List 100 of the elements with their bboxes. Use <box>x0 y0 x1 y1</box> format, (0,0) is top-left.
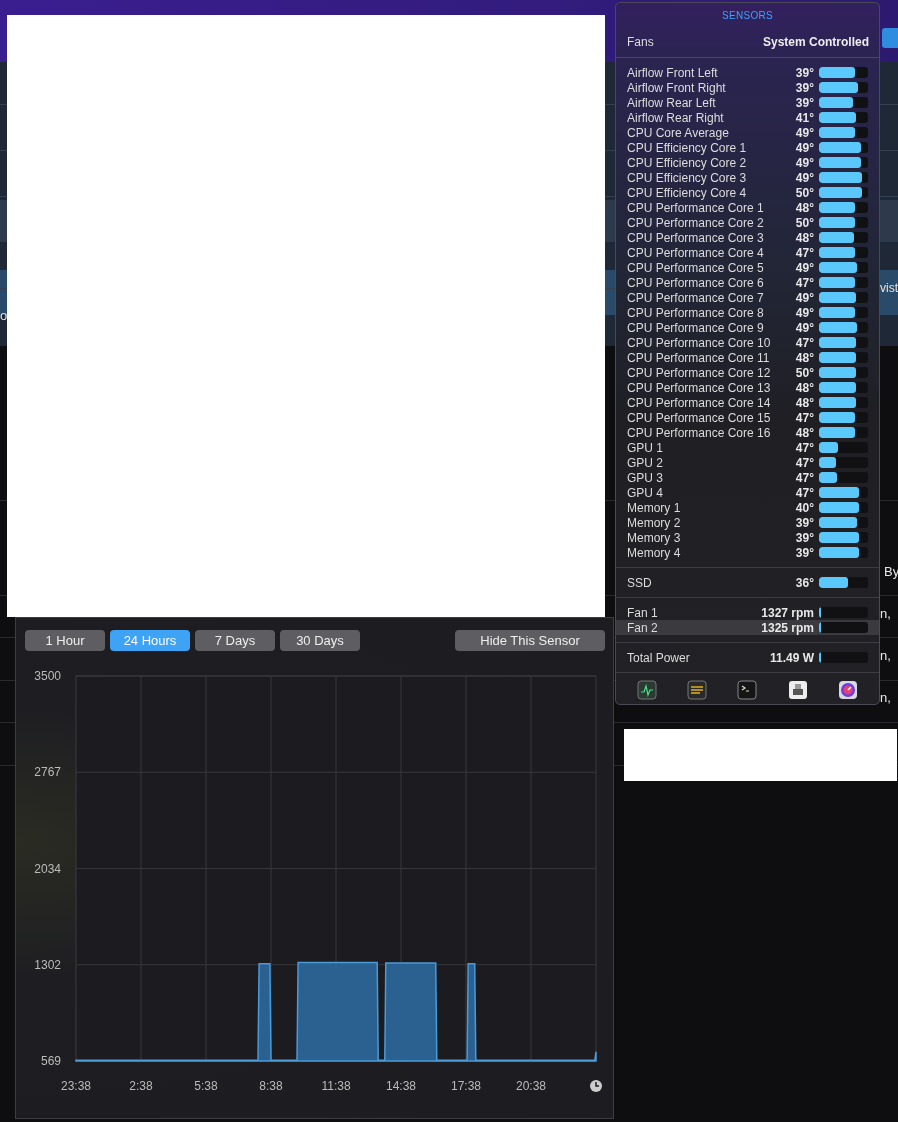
sensor-name: CPU Performance Core 8 <box>627 305 765 320</box>
sensor-name: CPU Efficiency Core 3 <box>627 170 748 185</box>
sensor-name: CPU Efficiency Core 2 <box>627 155 748 170</box>
sensor-value: 1325 rpm <box>761 620 814 635</box>
clock-icon[interactable] <box>590 1080 602 1092</box>
sensor-value: 47° <box>795 245 814 260</box>
y-tick-label: 1302 <box>34 957 61 972</box>
sensor-value: 1327 rpm <box>761 605 814 620</box>
fan-mode: System Controlled <box>762 35 869 49</box>
sensor-name: CPU Performance Core 3 <box>627 230 765 245</box>
x-tick-label: 11:38 <box>321 1079 351 1093</box>
sensor-value: 39° <box>795 80 814 95</box>
range-tab[interactable]: 30 Days <box>280 630 360 651</box>
sensor-value: 39° <box>795 515 814 530</box>
sensor-name: CPU Performance Core 13 <box>627 380 772 395</box>
sensor-value: 47° <box>795 485 814 500</box>
sensor-value: 47° <box>795 275 814 290</box>
sensor-value: 49° <box>795 305 814 320</box>
x-tick-label: 23:38 <box>61 1079 91 1093</box>
sensor-name: CPU Performance Core 16 <box>627 425 772 440</box>
sensor-name: Memory 3 <box>627 530 682 545</box>
sensor-name: CPU Performance Core 1 <box>627 200 765 215</box>
sensor-value: 47° <box>795 470 814 485</box>
x-tick-label: 14:38 <box>386 1079 416 1093</box>
sensor-name: CPU Performance Core 7 <box>627 290 765 305</box>
sensor-value: 48° <box>795 425 814 440</box>
sensor-name: Total Power <box>627 650 691 665</box>
sensor-value: 39° <box>795 95 814 110</box>
sensor-value: 48° <box>795 350 814 365</box>
sensor-name: CPU Core Average <box>627 125 730 140</box>
sensor-value: 39° <box>795 530 814 545</box>
fan-row[interactable]: Fan 1 1327 rpm <box>616 605 879 620</box>
log-icon[interactable] <box>687 680 708 700</box>
sensor-name: CPU Performance Core 11 <box>627 350 771 365</box>
sensor-value: 49° <box>795 140 814 155</box>
x-tick-label: 20:38 <box>516 1079 546 1093</box>
printer-icon[interactable] <box>787 680 808 700</box>
sensor-value: 11.49 W <box>769 650 814 665</box>
sensor-name: CPU Performance Core 2 <box>627 215 765 230</box>
sensor-name: Airflow Rear Left <box>627 95 717 110</box>
sensor-name: CPU Performance Core 10 <box>627 335 772 350</box>
panel-title: SENSORS <box>722 9 773 21</box>
sensor-value: 48° <box>795 395 814 410</box>
sensor-name: Airflow Front Left <box>627 65 719 80</box>
sensor-name: GPU 1 <box>627 440 664 455</box>
x-tick-label: 2:38 <box>129 1079 153 1093</box>
range-tab[interactable]: 7 Days <box>195 630 275 651</box>
gauge-icon[interactable] <box>837 680 858 700</box>
sensor-name: Fan 1 <box>627 605 659 620</box>
sensor-value: 49° <box>795 170 814 185</box>
sensor-value: 49° <box>795 155 814 170</box>
sensor-value: 49° <box>795 260 814 275</box>
y-tick-label: 569 <box>40 1054 61 1068</box>
hide-sensor-button[interactable]: Hide This Sensor <box>455 630 605 651</box>
terminal-icon[interactable] <box>737 680 758 700</box>
sensor-name: GPU 2 <box>627 455 664 470</box>
sensor-name: CPU Performance Core 15 <box>627 410 772 425</box>
sensor-value: 49° <box>795 320 814 335</box>
sensor-value: 50° <box>795 215 814 230</box>
sensor-value: 40° <box>795 500 814 515</box>
sensor-value: 48° <box>795 230 814 245</box>
sensor-value: 39° <box>795 65 814 80</box>
sensor-value: 49° <box>795 125 814 140</box>
sensor-name: CPU Performance Core 4 <box>627 245 765 260</box>
y-tick-label: 3500 <box>34 669 61 683</box>
sensor-name: CPU Performance Core 5 <box>627 260 765 275</box>
y-tick-label: 2767 <box>34 765 61 780</box>
sensor-value: 49° <box>795 290 814 305</box>
sensor-value: 48° <box>795 380 814 395</box>
fans-label: Fans <box>627 35 654 49</box>
sensor-name: CPU Efficiency Core 4 <box>627 185 748 200</box>
fan-row[interactable]: Fan 2 1325 rpm <box>616 620 879 635</box>
sensor-name: SSD <box>627 575 653 590</box>
sensor-name: GPU 4 <box>627 485 664 500</box>
x-tick-label: 17:38 <box>451 1079 481 1093</box>
sensor-value: 48° <box>795 200 814 215</box>
sensor-name: CPU Performance Core 9 <box>627 320 765 335</box>
partial-text: n, <box>880 606 891 621</box>
sensor-name: CPU Performance Core 12 <box>627 365 772 380</box>
sensor-name: CPU Performance Core 14 <box>627 395 772 410</box>
x-tick-label: 5:38 <box>194 1079 218 1093</box>
sensor-name: Airflow Rear Right <box>627 110 725 125</box>
sensor-value: 47° <box>795 335 814 350</box>
sensor-name: CPU Efficiency Core 1 <box>627 140 748 155</box>
sensor-name: CPU Performance Core 6 <box>627 275 765 290</box>
sensor-value: 50° <box>795 365 814 380</box>
sensor-value: 39° <box>795 545 814 560</box>
sensor-value: 50° <box>795 185 814 200</box>
sensor-value: 36° <box>795 575 814 590</box>
sensor-name: Memory 2 <box>627 515 682 530</box>
partial-text: o <box>0 308 8 323</box>
sensor-name: Memory 4 <box>627 545 682 560</box>
partial-text: vist <box>880 281 898 295</box>
partial-text: n, <box>880 690 891 705</box>
sensor-name: Airflow Front Right <box>627 80 727 95</box>
sensor-name: Memory 1 <box>627 500 682 515</box>
chart-icon[interactable] <box>637 680 658 700</box>
range-tab[interactable]: 1 Hour <box>25 630 105 651</box>
sensor-value: 41° <box>795 110 814 125</box>
sensor-value: 47° <box>795 455 814 470</box>
